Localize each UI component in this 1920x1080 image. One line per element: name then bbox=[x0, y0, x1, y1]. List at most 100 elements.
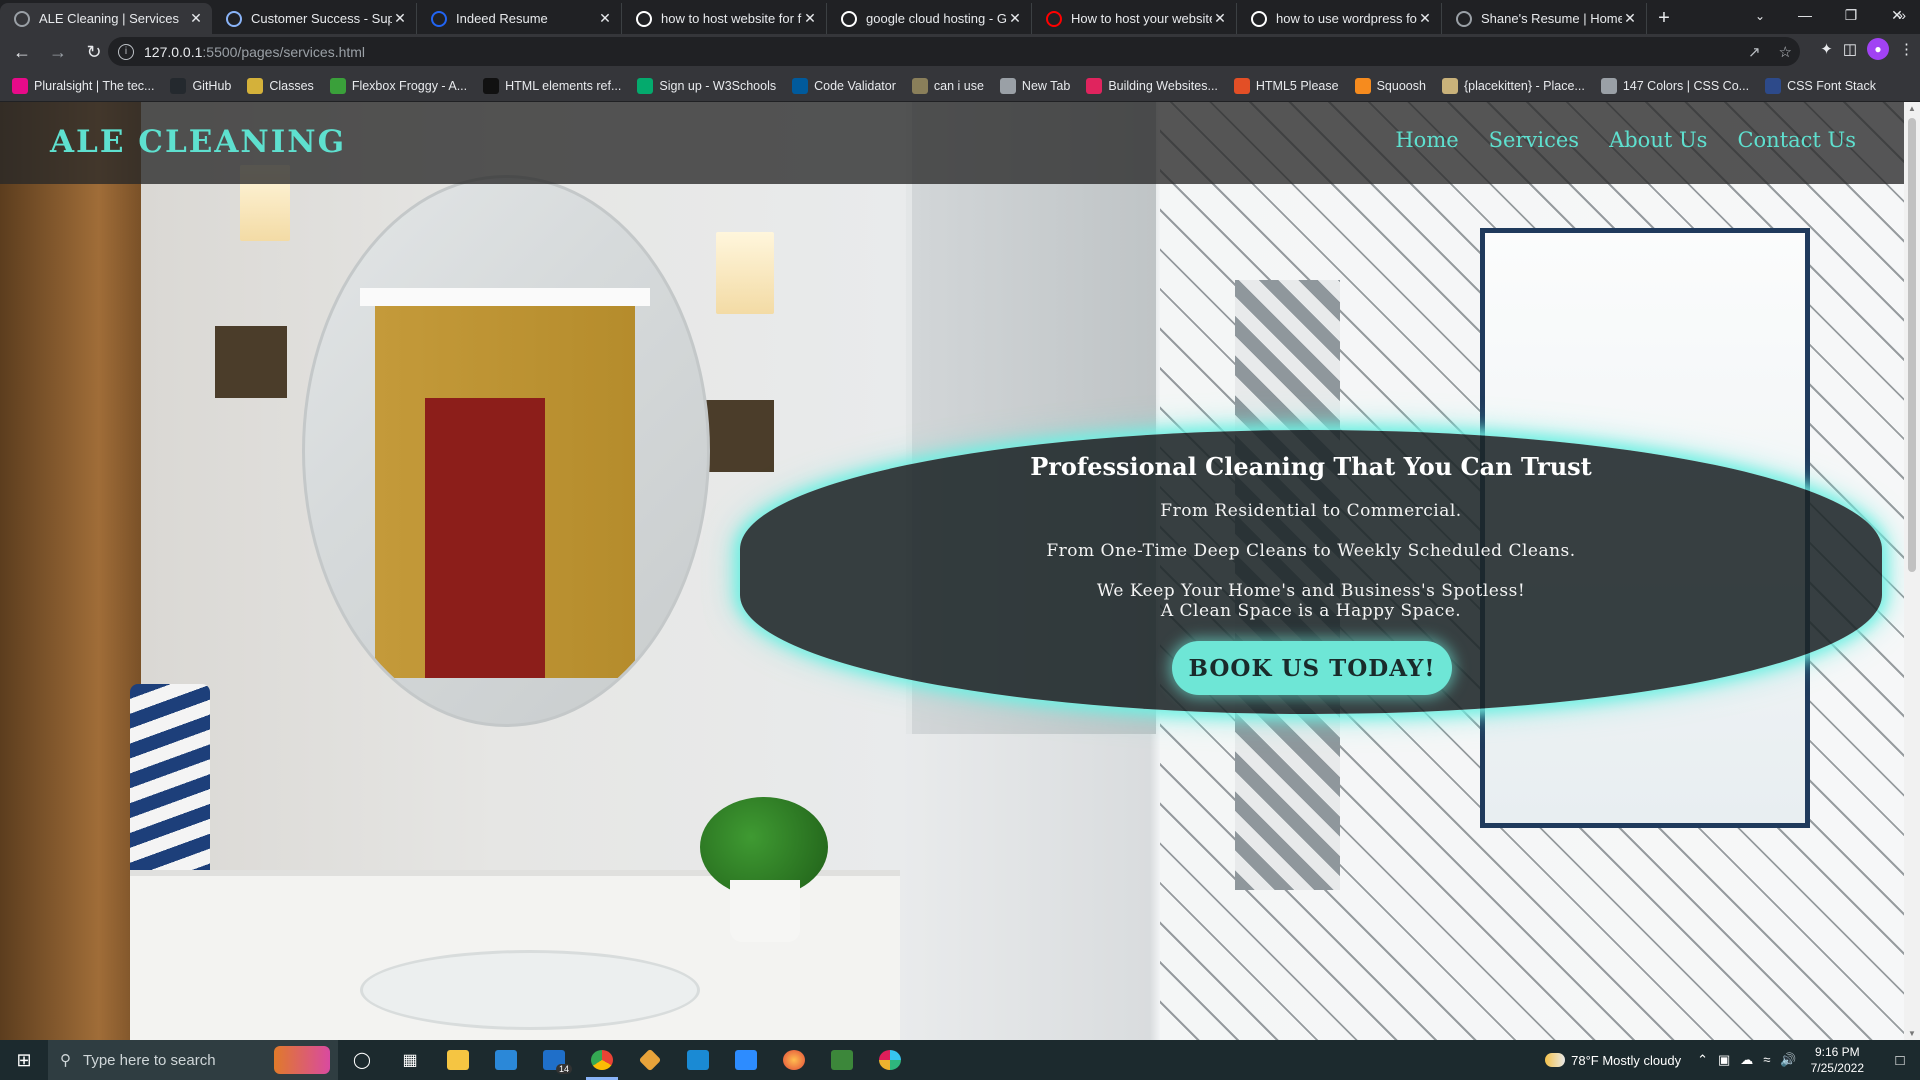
nav-services[interactable]: Services bbox=[1489, 128, 1579, 152]
bookmark-item[interactable]: HTML5 Please bbox=[1233, 77, 1339, 94]
nav-about-us[interactable]: About Us bbox=[1609, 128, 1707, 152]
hero-line-residential: From Residential to Commercial. bbox=[1160, 501, 1462, 521]
git-kraken-icon[interactable] bbox=[626, 1040, 674, 1080]
book-us-button[interactable]: BOOK US TODAY! bbox=[1172, 641, 1452, 695]
restore-icon[interactable]: ❐ bbox=[1828, 0, 1874, 30]
minimize-icon[interactable]: — bbox=[1782, 0, 1828, 30]
bookmark-label: New Tab bbox=[1021, 78, 1071, 93]
bookmarks-overflow-icon[interactable]: » bbox=[1898, 7, 1906, 23]
bookmark-item[interactable]: Building Websites... bbox=[1086, 77, 1218, 94]
bookmark-item[interactable]: HTML elements ref... bbox=[483, 77, 622, 94]
firefox-icon[interactable] bbox=[770, 1040, 818, 1080]
browser-tab[interactable]: google cloud hosting - Go ✕ bbox=[827, 3, 1032, 34]
bookmark-item[interactable]: CSS Font Stack bbox=[1765, 77, 1876, 94]
close-tab-icon[interactable]: ✕ bbox=[188, 10, 204, 27]
address-bar[interactable]: i 127.0.0.1:5500/pages/services.html ↗ ☆ bbox=[108, 37, 1800, 66]
close-tab-icon[interactable]: ✕ bbox=[392, 10, 408, 27]
forward-icon[interactable]: → bbox=[44, 38, 72, 66]
close-tab-icon[interactable]: ✕ bbox=[802, 10, 818, 27]
browser-tab[interactable]: How to host your website ✕ bbox=[1032, 3, 1237, 34]
bookmark-item[interactable]: Squoosh bbox=[1354, 77, 1426, 94]
browser-toolbar: ← → ↻ i 127.0.0.1:5500/pages/services.ht… bbox=[0, 34, 1920, 70]
menu-kebab-icon[interactable]: ⋮ bbox=[1899, 40, 1914, 58]
nodejs-icon[interactable] bbox=[818, 1040, 866, 1080]
bookmark-item[interactable]: Code Validator bbox=[792, 77, 896, 94]
zoom-icon[interactable] bbox=[722, 1040, 770, 1080]
clock[interactable]: 9:16 PM 7/25/2022 bbox=[1811, 1044, 1864, 1076]
bookmark-label: Flexbox Froggy - A... bbox=[351, 78, 468, 93]
bookmark-item[interactable]: {placekitten} - Place... bbox=[1441, 77, 1585, 94]
new-tab-icon[interactable]: + bbox=[1647, 3, 1681, 34]
close-window-icon[interactable]: ✕ bbox=[1874, 0, 1920, 30]
bookmark-label: HTML elements ref... bbox=[505, 78, 622, 93]
scroll-up-icon[interactable]: ▲ bbox=[1908, 104, 1916, 113]
site-logo[interactable]: ALE CLEANING bbox=[50, 124, 346, 160]
bookmark-item[interactable]: GitHub bbox=[170, 77, 231, 94]
close-tab-icon[interactable]: ✕ bbox=[597, 10, 613, 27]
device-icon[interactable]: ▣ bbox=[1718, 1052, 1730, 1068]
chevron-up-icon[interactable]: ⌃ bbox=[1697, 1052, 1708, 1068]
chrome-icon[interactable] bbox=[578, 1040, 626, 1080]
youtube-icon bbox=[1046, 10, 1062, 27]
bookmark-star-icon[interactable]: ☆ bbox=[1779, 43, 1792, 61]
tab-search-icon[interactable]: ⌄ bbox=[1748, 5, 1772, 27]
taskbar-search-placeholder: Type here to search bbox=[83, 1051, 216, 1069]
bookmark-item[interactable]: Flexbox Froggy - A... bbox=[329, 77, 468, 94]
weather-widget[interactable]: 78°F Mostly cloudy bbox=[1545, 1053, 1681, 1068]
bookmark-label: Classes bbox=[269, 78, 314, 93]
close-tab-icon[interactable]: ✕ bbox=[1007, 10, 1023, 27]
close-tab-icon[interactable]: ✕ bbox=[1622, 10, 1638, 27]
hero-line-happy: A Clean Space is a Happy Space. bbox=[1160, 601, 1462, 621]
indeed-icon bbox=[431, 10, 447, 27]
browser-tab[interactable]: how to use wordpress for ✕ bbox=[1237, 3, 1442, 34]
play-icon bbox=[1086, 77, 1103, 94]
taskbar-search[interactable]: ⚲ Type here to search bbox=[48, 1040, 338, 1080]
wifi-icon[interactable]: ≈ bbox=[1763, 1052, 1770, 1068]
scroll-down-icon[interactable]: ▼ bbox=[1908, 1029, 1916, 1038]
bookmark-item[interactable]: Pluralsight | The tec... bbox=[12, 77, 154, 94]
browser-tab[interactable]: Indeed Resume ✕ bbox=[417, 3, 622, 34]
mail-icon[interactable]: 14 bbox=[530, 1040, 578, 1080]
bookmark-item[interactable]: New Tab bbox=[999, 77, 1071, 94]
scrollbar-thumb[interactable] bbox=[1908, 118, 1916, 572]
browser-tab[interactable]: Customer Success - Suppo✕ bbox=[212, 3, 417, 34]
clock-date: 7/25/2022 bbox=[1810, 1061, 1864, 1075]
page-scrollbar[interactable]: ▲ ▼ bbox=[1904, 102, 1920, 1040]
onedrive-icon[interactable]: ☁ bbox=[1740, 1052, 1753, 1068]
browser-tab[interactable]: how to host website for fr ✕ bbox=[622, 3, 827, 34]
slack-icon[interactable] bbox=[866, 1040, 914, 1080]
site-info-icon[interactable]: i bbox=[118, 43, 134, 60]
cortana-icon[interactable]: ◯ bbox=[338, 1040, 386, 1080]
task-view-icon[interactable]: ▦ bbox=[386, 1040, 434, 1080]
back-icon[interactable]: ← bbox=[8, 38, 36, 66]
url-path: :5500/pages/services.html bbox=[202, 43, 366, 60]
notification-icon[interactable]: □ bbox=[1880, 1052, 1920, 1069]
system-tray: 78°F Mostly cloudy ⌃ ▣ ☁ ≈ 🔊 9:16 PM 7/2… bbox=[1545, 1040, 1920, 1080]
squoosh-icon bbox=[1354, 77, 1371, 94]
vscode-icon[interactable] bbox=[674, 1040, 722, 1080]
bookmark-item[interactable]: 147 Colors | CSS Co... bbox=[1600, 77, 1750, 94]
nav-home[interactable]: Home bbox=[1395, 128, 1458, 152]
extensions-icon[interactable]: ✦ bbox=[1820, 40, 1833, 58]
close-tab-icon[interactable]: ✕ bbox=[1417, 10, 1433, 27]
plant-pot bbox=[730, 880, 800, 942]
hero-card: Professional Cleaning That You Can Trust… bbox=[740, 430, 1882, 714]
bookmarks-bar: Pluralsight | The tec... GitHub Classes Fle… bbox=[0, 70, 1920, 102]
nav-contact-us[interactable]: Contact Us bbox=[1737, 128, 1856, 152]
store-icon[interactable] bbox=[482, 1040, 530, 1080]
close-tab-icon[interactable]: ✕ bbox=[1212, 10, 1228, 27]
tab-title: Customer Success - Suppo bbox=[251, 11, 392, 26]
browser-tab[interactable]: ALE Cleaning | Services ✕ bbox=[0, 3, 212, 34]
windows-start-icon[interactable]: ⊞ bbox=[0, 1040, 48, 1080]
bookmark-item[interactable]: Classes bbox=[247, 77, 314, 94]
profile-avatar[interactable]: ● bbox=[1867, 38, 1889, 60]
bookmark-label: 147 Colors | CSS Co... bbox=[1622, 78, 1750, 93]
volume-icon[interactable]: 🔊 bbox=[1780, 1052, 1796, 1068]
side-panel-icon[interactable]: ◫ bbox=[1843, 40, 1857, 58]
share-icon[interactable]: ↗ bbox=[1748, 43, 1761, 61]
browser-tab[interactable]: Shane's Resume | Home ✕ bbox=[1442, 3, 1647, 34]
reload-icon[interactable]: ↻ bbox=[80, 38, 108, 66]
bookmark-item[interactable]: can i use bbox=[911, 77, 984, 94]
file-explorer-icon[interactable] bbox=[434, 1040, 482, 1080]
bookmark-item[interactable]: Sign up - W3Schools bbox=[637, 77, 776, 94]
